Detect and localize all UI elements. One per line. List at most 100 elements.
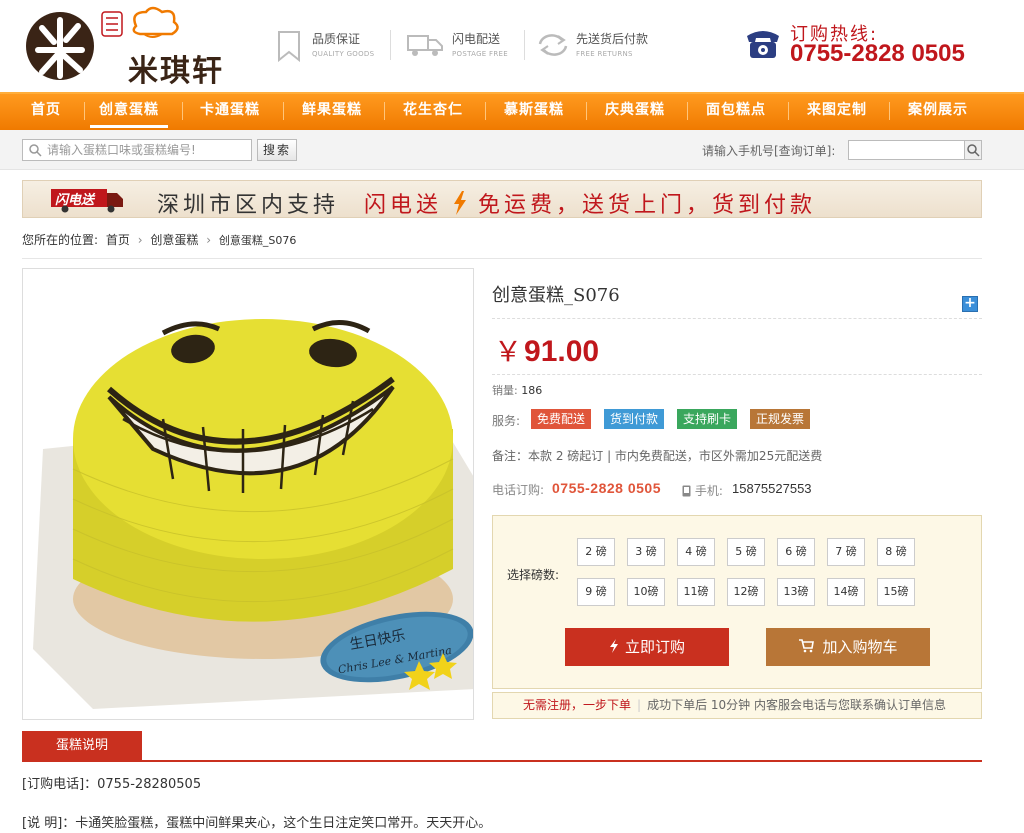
breadcrumb: 您所在的位置: 首页 › 创意蛋糕 › 创意蛋糕_S076 [22,231,300,248]
weight-option-14[interactable]: 14磅 [827,578,865,606]
return-icon [538,34,568,56]
banner-text-free: 免运费，送货上门，货到付款 [478,193,817,218]
banner-text-lightning: 闪电送 [364,193,443,218]
weight-option-12[interactable]: 12磅 [727,578,765,606]
add-to-cart-button[interactable]: 加入购物车 [766,628,930,666]
feature-divider [524,30,525,60]
product-price: ￥91.00 [494,330,599,370]
order-note: 备注：本款 2 磅起订 | 市内免费配送，市区外需加25元配送费 [492,449,823,463]
nav-divider [485,102,486,120]
nav-item-custom[interactable]: 来图定制 [797,94,877,128]
service-badge-card: 支持刷卡 [677,409,738,429]
search-icon [29,144,42,157]
weight-option-10[interactable]: 10磅 [627,578,665,606]
tip-text: 成功下单后 10分钟 内客服会电话与您联系确认订单信息 [647,698,946,712]
delivery-banner[interactable]: 闪电送 深圳市区内支持 闪电送 免运费，送货上门，货到付款 [22,180,982,218]
weight-option-13[interactable]: 13磅 [777,578,815,606]
weight-option-15[interactable]: 15磅 [877,578,915,606]
site-logo[interactable]: 米琪轩 [24,6,229,89]
search-bar: 请输入蛋糕口味或蛋糕编号! 搜索 请输入手机号[查询订单]: [0,130,1024,170]
share-plus-button[interactable]: + [962,296,978,312]
nav-item-peanut[interactable]: 花生杏仁 [393,94,473,128]
feature-divider [390,30,391,60]
main-nav: 首页 创意蛋糕 卡通蛋糕 鲜果蛋糕 花生杏仁 慕斯蛋糕 庆典蛋糕 面包糕点 来图… [0,92,1024,130]
sales-label: 销量: [492,384,518,397]
add-to-cart-label: 加入购物车 [822,638,898,656]
weight-label: 选择磅数: [507,568,560,582]
breadcrumb-separator: › [137,233,143,247]
nav-divider [84,102,85,120]
tip-highlight: 无需注册，一步下单 [523,698,632,712]
nav-divider [687,102,688,120]
tab-cake-description[interactable]: 蛋糕说明 [22,731,142,761]
lightning-icon [454,191,467,215]
weight-option-6[interactable]: 6 磅 [777,538,815,566]
order-tip: 无需注册，一步下单 | 成功下单后 10分钟 内客服会电话与您联系确认订单信息 [492,692,982,719]
banner-text-region: 深圳市区内支持 [157,193,340,218]
lightning-delivery-badge: 闪电送 [49,187,125,213]
title-divider [492,318,982,319]
price-divider [492,374,982,375]
smiley-cake-image: 生日快乐 Chris Lee & Martina [23,269,473,719]
weight-option-5[interactable]: 5 磅 [727,538,765,566]
nav-item-home[interactable]: 首页 [18,94,74,128]
nav-divider [182,102,183,120]
weight-option-9[interactable]: 9 磅 [577,578,615,606]
truck-icon [407,35,443,56]
nav-divider [283,102,284,120]
mobile-label: 手机: [694,484,723,498]
sales-value: 186 [521,384,543,397]
nav-item-cartoon[interactable]: 卡通蛋糕 [190,94,270,128]
phone-order-label: 电话订购: [492,483,545,497]
buy-now-label: 立即订购 [624,638,685,656]
order-query-button[interactable] [964,140,982,160]
breadcrumb-divider [22,258,982,259]
weight-option-2[interactable]: 2 磅 [577,538,615,566]
product-title: 创意蛋糕_S076 [492,285,620,306]
buy-now-button[interactable]: 立即订购 [565,628,729,666]
bookmark-icon [278,31,300,62]
mobile-phone-icon [682,485,691,497]
cart-icon [799,639,815,653]
feature-subtitle: POSTAGE FREE [452,50,508,58]
hotline-number[interactable]: 0755-2828 0505 [790,40,965,68]
product-image[interactable]: 生日快乐 Chris Lee & Martina [22,268,474,720]
nav-item-bread[interactable]: 面包糕点 [696,94,776,128]
nav-item-fruit[interactable]: 鲜果蛋糕 [292,94,372,128]
weight-option-3[interactable]: 3 磅 [627,538,665,566]
breadcrumb-prefix: 您所在的位置: [22,233,99,247]
telephone-icon [747,31,779,58]
services-label: 服务: [492,414,521,428]
badge-text: 闪电送 [55,193,95,208]
feature-title: 闪电配送 [452,32,501,46]
breadcrumb-current: 创意蛋糕_S076 [218,234,297,247]
mobile-number[interactable]: 15875527553 [732,481,812,496]
search-button[interactable]: 搜索 [257,139,297,161]
feature-title: 先送货后付款 [576,32,649,46]
weight-option-11[interactable]: 11磅 [677,578,715,606]
sales-count: 销量: 186 [492,382,542,398]
nav-divider [788,102,789,120]
description-text: [说 明]：卡通笑脸蛋糕，蛋糕中间鲜果夹心，这个生日注定笑口常开。天天开心。 [22,816,492,831]
breadcrumb-category[interactable]: 创意蛋糕 [150,233,198,247]
nav-item-cases[interactable]: 案例展示 [898,94,978,128]
weight-option-7[interactable]: 7 磅 [827,538,865,566]
service-badge-free-delivery: 免费配送 [531,409,592,429]
logo-name: 米琪轩 [128,54,224,89]
search-input[interactable]: 请输入蛋糕口味或蛋糕编号! [22,139,252,161]
price-value: 91.00 [524,335,600,368]
nav-item-celebration[interactable]: 庆典蛋糕 [595,94,675,128]
nav-item-mousse[interactable]: 慕斯蛋糕 [494,94,574,128]
feature-title: 品质保证 [312,32,361,46]
breadcrumb-home[interactable]: 首页 [106,233,130,247]
weight-option-8[interactable]: 8 磅 [877,538,915,566]
nav-divider [889,102,890,120]
order-phone-input[interactable] [848,140,966,160]
nav-item-creative[interactable]: 创意蛋糕 [90,94,168,128]
phone-order-number[interactable]: 0755-2828 0505 [552,480,661,496]
banner-headline: 深圳市区内支持 闪电送 免运费，送货上门，货到付款 [157,187,816,219]
weight-option-4[interactable]: 4 磅 [677,538,715,566]
site-header: 米琪轩 品质保证 QUALITY GOODS 闪电配送 POSTAGE FREE [0,0,1024,92]
search-icon [967,144,980,157]
weight-options-panel: 选择磅数: 2 磅 3 磅 4 磅 5 磅 6 磅 7 磅 8 磅 9 磅 10… [492,515,982,689]
